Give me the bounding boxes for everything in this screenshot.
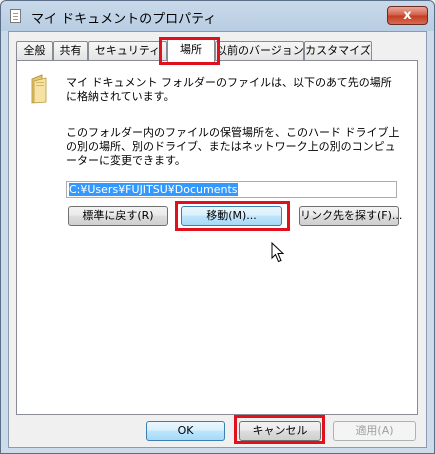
tab-general[interactable]: 全般 (16, 41, 53, 60)
apply-button[interactable]: 適用(A) (333, 421, 416, 441)
target-path-field[interactable]: C:¥Users¥FUJITSU¥Documents (66, 181, 397, 198)
title-bar[interactable]: マイ ドキュメントのプロパティ x (1, 1, 434, 31)
tab-previous-versions[interactable]: 以前のバージョン (215, 41, 304, 60)
restore-default-button[interactable]: 標準に戻す(R) (68, 206, 168, 226)
location-panel (16, 60, 418, 415)
ok-button[interactable]: OK (146, 421, 225, 441)
window-title: マイ ドキュメントのプロパティ (31, 12, 217, 27)
dialog-client-area: 全般 共有 セキュリティ 場所 以前のバージョン カスタマイズ マイ ドキュメン… (8, 31, 427, 448)
move-button-highlight (175, 201, 290, 231)
find-target-button[interactable]: リンク先を探す(F)... (299, 206, 402, 226)
tab-sharing[interactable]: 共有 (53, 41, 88, 60)
path-selected-text: C:¥Users¥FUJITSU¥Documents (69, 183, 238, 196)
folder-icon (31, 74, 47, 104)
relocation-hint: このフォルダー内のファイルの保管場所を、このハード ドライブ上の別の場所、別のド… (66, 126, 400, 167)
location-description: マイ ドキュメント フォルダーのファイルは、以下のあて先の場所に格納されています… (66, 76, 392, 103)
mouse-pointer-icon (271, 242, 285, 263)
tab-customize[interactable]: カスタマイズ (304, 41, 372, 60)
close-button[interactable]: x (387, 6, 428, 25)
properties-window: マイ ドキュメントのプロパティ x 全般 共有 セキュリティ 場所 以前のバージ… (0, 0, 435, 454)
document-icon (10, 9, 21, 23)
cancel-button-highlight (234, 415, 325, 444)
tab-security[interactable]: セキュリティ (88, 41, 167, 60)
location-tab-highlight (159, 37, 220, 65)
